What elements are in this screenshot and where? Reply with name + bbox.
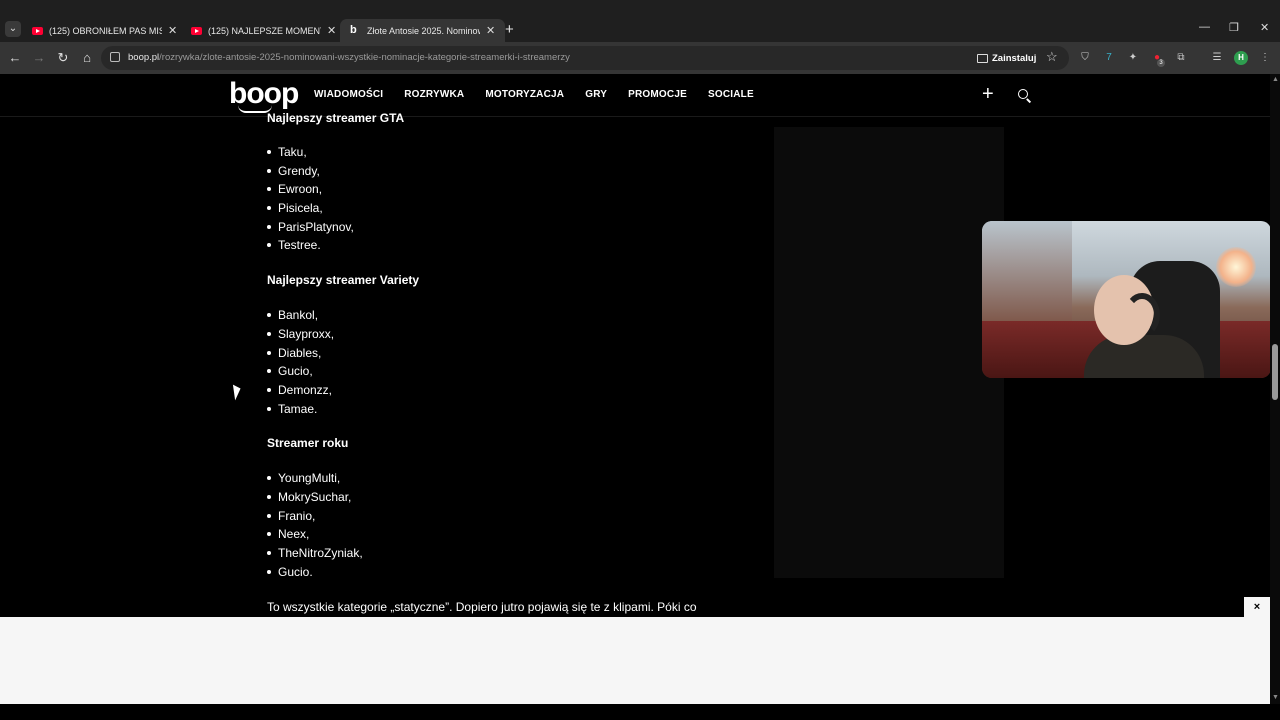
- url-text[interactable]: boop.pl/rozrywka/zlote-antosie-2025-nomi…: [128, 52, 570, 63]
- list-item: Neex,: [267, 525, 727, 544]
- webcam-person: [1084, 275, 1204, 378]
- youtube-icon: [32, 26, 43, 35]
- list-item: Slayproxx,: [267, 325, 727, 344]
- nav-gry[interactable]: GRY: [585, 89, 607, 100]
- list-item: ParisPlatynov,: [267, 218, 727, 237]
- nominee-list-gta: Taku, Grendy, Ewroon, Pisicela, ParisPla…: [267, 143, 727, 255]
- site-info-icon[interactable]: [110, 52, 120, 62]
- new-tab-icon[interactable]: +: [505, 21, 514, 38]
- reload-icon[interactable]: ↻: [55, 50, 71, 66]
- extension-icon[interactable]: ✦: [1126, 51, 1140, 65]
- sidebar-ad: [774, 127, 1004, 578]
- list-item: YoungMulti,: [267, 469, 727, 488]
- nav-wiadomosci[interactable]: WIADOMOŚCI: [314, 89, 383, 100]
- list-item: Tamae.: [267, 400, 727, 419]
- translate-extension-icon[interactable]: 7: [1102, 51, 1116, 65]
- reading-list-icon[interactable]: ☰: [1210, 51, 1224, 65]
- scrollbar-thumb[interactable]: [1272, 344, 1278, 400]
- headset-icon: [1124, 293, 1160, 337]
- list-item: Taku,: [267, 143, 727, 162]
- window-close-icon[interactable]: ✕: [1260, 21, 1269, 34]
- tab-strip: ⌄ (125) OBRONIŁEM PAS MISTRZ ✕ (125) NAJ…: [0, 0, 1280, 42]
- boop-icon: b: [350, 24, 357, 36]
- webcam-overlay: [982, 221, 1271, 378]
- tab-title: (125) NAJLEPSZE MOMENTY PO: [208, 25, 321, 36]
- webcam-sun: [1216, 247, 1256, 287]
- list-item: TheNitroZyniak,: [267, 544, 727, 563]
- main-nav: WIADOMOŚCI ROZRYWKA MOTORYZACJA GRY PROM…: [314, 89, 754, 100]
- minimize-icon[interactable]: —: [1199, 21, 1210, 33]
- section-heading: Najlepszy streamer Variety: [267, 273, 420, 288]
- scroll-down-icon[interactable]: ▼: [1272, 694, 1279, 701]
- youtube-icon: [191, 26, 202, 35]
- list-item: Diables,: [267, 344, 727, 363]
- list-item: Bankol,: [267, 306, 727, 325]
- ad-close-button[interactable]: ×: [1244, 597, 1270, 617]
- list-item: Testree.: [267, 236, 727, 255]
- article-paragraph: To wszystkie kategorie „statyczne”. Dopi…: [267, 600, 697, 615]
- person-shirt: [1084, 335, 1204, 378]
- tab-3-active[interactable]: b Złote Antosie 2025. Nominowa ✕: [340, 19, 506, 42]
- address-bar[interactable]: boop.pl/rozrywka/zlote-antosie-2025-nomi…: [101, 46, 1069, 70]
- close-icon[interactable]: ✕: [168, 24, 177, 37]
- nav-promocje[interactable]: PROMOCJE: [628, 89, 687, 100]
- site-header: boop WIADOMOŚCI ROZRYWKA MOTORYZACJA GRY…: [0, 74, 1270, 117]
- puzzle-icon[interactable]: ⧉: [1174, 51, 1188, 65]
- section-heading: Najlepszy streamer GTA: [267, 111, 405, 125]
- nav-rozrywka[interactable]: ROZRYWKA: [404, 89, 464, 100]
- nav-sociale[interactable]: SOCIALE: [708, 89, 754, 100]
- section-heading: Streamer roku: [267, 436, 349, 451]
- list-item: Gucio.: [267, 563, 727, 582]
- mouse-cursor-icon: [232, 383, 243, 401]
- nav-motoryzacja[interactable]: MOTORYZACJA: [485, 89, 564, 100]
- bottom-strip: [0, 704, 1280, 720]
- profile-avatar[interactable]: H: [1234, 51, 1248, 65]
- search-icon[interactable]: [1018, 89, 1028, 99]
- plus-icon[interactable]: +: [982, 83, 994, 105]
- install-button[interactable]: Zainstaluj: [977, 50, 1036, 66]
- browser-toolbar: ← → ↻ ⌂ boop.pl/rozrywka/zlote-antosie-2…: [0, 42, 1280, 74]
- menu-icon[interactable]: ⋮: [1258, 51, 1272, 65]
- article-body: Najlepszy streamer GTA Taku, Grendy, Ewr…: [267, 111, 727, 616]
- list-item: Ewroon,: [267, 180, 727, 199]
- close-icon[interactable]: ✕: [486, 24, 495, 37]
- tab-1[interactable]: (125) OBRONIŁEM PAS MISTRZ ✕: [22, 19, 187, 42]
- nominee-list-variety: Bankol, Slayproxx, Diables, Gucio, Demon…: [267, 306, 727, 418]
- install-icon: [977, 53, 988, 63]
- back-icon[interactable]: ←: [7, 50, 23, 66]
- list-item: Gucio,: [267, 362, 727, 381]
- list-item: Grendy,: [267, 162, 727, 181]
- list-item: Pisicela,: [267, 199, 727, 218]
- extension-icon[interactable]: ⛉: [1078, 51, 1092, 65]
- extension-badge: 3: [1157, 59, 1165, 67]
- list-item: Demonzz,: [267, 381, 727, 400]
- scroll-up-icon[interactable]: ▲: [1272, 76, 1279, 83]
- tab-title: (125) OBRONIŁEM PAS MISTRZ: [49, 25, 162, 36]
- list-item: Franio,: [267, 507, 727, 526]
- tab-search-button[interactable]: ⌄: [5, 21, 21, 37]
- tab-title: Złote Antosie 2025. Nominowa: [367, 25, 480, 36]
- home-icon[interactable]: ⌂: [79, 50, 95, 66]
- restore-icon[interactable]: ❐: [1229, 21, 1239, 34]
- nominee-list-year: YoungMulti, MokrySuchar, Franio, Neex, T…: [267, 469, 727, 581]
- close-icon[interactable]: ✕: [327, 24, 336, 37]
- tab-2[interactable]: (125) NAJLEPSZE MOMENTY PO ✕: [181, 19, 346, 42]
- list-item: MokrySuchar,: [267, 488, 727, 507]
- bottom-ad-banner: [0, 617, 1270, 704]
- forward-icon[interactable]: →: [31, 50, 47, 66]
- bookmark-star-icon[interactable]: ☆: [1046, 49, 1058, 65]
